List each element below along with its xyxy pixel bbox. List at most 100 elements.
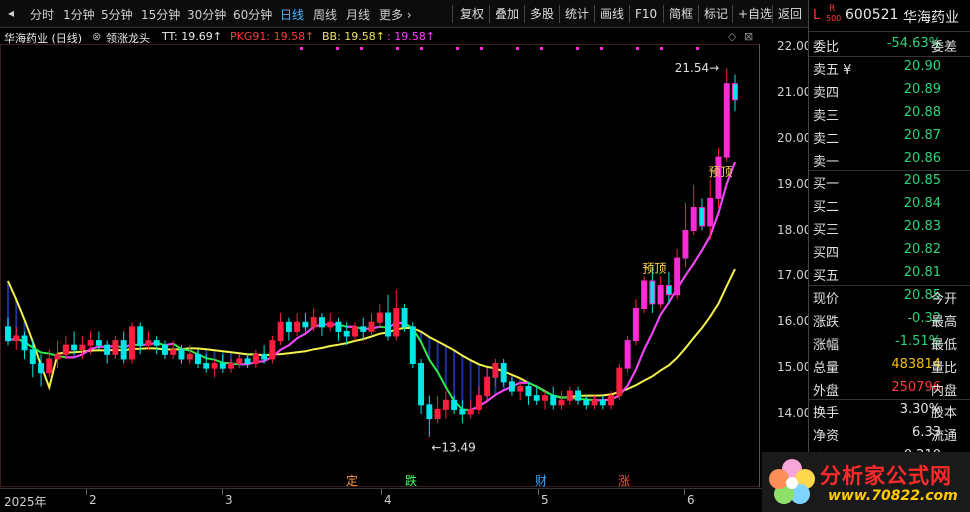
- price-tick: 21.00: [777, 84, 812, 99]
- candle-body: [707, 197, 714, 227]
- toolbar-button-6[interactable]: 简框: [666, 5, 696, 24]
- toolbar-button-0[interactable]: 复权: [457, 5, 487, 24]
- candle-body: [112, 340, 119, 355]
- candle-body: [657, 285, 664, 305]
- top-marker: [456, 47, 459, 50]
- sell-row-0: 卖五 ¥ 20.90: [813, 57, 969, 79]
- price-tick: 18.00: [777, 222, 812, 237]
- toolbar-button-3[interactable]: 统计: [562, 5, 592, 24]
- signal-label: 预顶: [642, 261, 666, 275]
- candle-body: [418, 363, 425, 406]
- candle-body: [624, 340, 631, 369]
- period-tab-7[interactable]: 周线: [313, 6, 337, 23]
- tt-value: TT: 19.69↑: [162, 30, 222, 43]
- period-tab-6[interactable]: 日线: [280, 6, 304, 23]
- sell-row-0-value: 20.90: [903, 58, 941, 74]
- toolbar-button-4[interactable]: 画线: [597, 5, 627, 24]
- quote-row-0-label: 现价: [813, 291, 840, 307]
- buy-row-2: 买三 20.83: [813, 217, 969, 239]
- candle-body: [87, 340, 94, 346]
- candle-body: [219, 363, 226, 369]
- stock-code: 600521: [845, 7, 899, 23]
- period-tab-8[interactable]: 月线: [346, 6, 370, 23]
- quote-row-3-label: 总量: [813, 360, 840, 376]
- kline-chart[interactable]: 预顶 预顶 21.54→ ←13.49 定跌财涨: [0, 44, 760, 487]
- period-tab-3[interactable]: 15分钟: [141, 6, 180, 23]
- candle-body: [211, 363, 218, 369]
- buy-row-4-label: 买五: [813, 269, 840, 284]
- price-tick: 19.00: [777, 176, 812, 191]
- candle-body: [525, 385, 532, 397]
- period-tab-9[interactable]: 更多 ›: [379, 6, 412, 23]
- low-label: ←13.49: [431, 440, 475, 454]
- candle-body: [508, 381, 515, 392]
- candle-body: [195, 353, 201, 365]
- candle-body: [674, 257, 681, 296]
- date-tick-line: [684, 489, 685, 495]
- candle-body: [533, 395, 540, 401]
- toolbar-button-8[interactable]: +自选: [735, 5, 775, 24]
- candle-body: [5, 326, 11, 342]
- top-marker: [300, 47, 303, 50]
- toolbar-button-2[interactable]: 多股: [527, 5, 557, 24]
- candle-body: [252, 353, 259, 365]
- candle-body: [343, 330, 350, 337]
- candle-body: [46, 358, 53, 374]
- candle-body: [228, 363, 235, 369]
- candle-body: [71, 344, 78, 351]
- candle-body: [690, 207, 697, 231]
- candle-body: [558, 399, 565, 406]
- candle-body: [104, 344, 111, 355]
- stat-row-1-extra: 流通: [931, 429, 958, 445]
- toolbar-button-9[interactable]: 返回: [775, 5, 805, 24]
- stock-name: 华海药业: [903, 10, 959, 26]
- quote-row-1-label: 涨跌: [813, 314, 840, 330]
- candle-body: [310, 317, 317, 328]
- period-tab-4[interactable]: 30分钟: [187, 6, 226, 23]
- sell-row-3: 卖二 20.87: [813, 126, 969, 148]
- candle-body: [542, 395, 548, 401]
- top-marker: [336, 47, 339, 50]
- signal-label: 预顶: [708, 165, 732, 179]
- candle-body: [13, 335, 20, 342]
- buy-row-1: 买二 20.84: [813, 194, 969, 216]
- price-tick: 14.00: [777, 406, 812, 420]
- candle-body: [318, 317, 325, 328]
- candle-body: [723, 83, 730, 158]
- sell-row-4: 卖一 20.86: [813, 149, 969, 171]
- sell-row-1: 卖四 20.89: [813, 80, 969, 102]
- scroll-left-icon[interactable]: ◂: [8, 6, 14, 20]
- sell-row-1-label: 卖四: [813, 85, 840, 101]
- price-tick: 17.00: [777, 268, 812, 283]
- diamond-icon[interactable]: ◇: [728, 30, 736, 43]
- candle-body: [409, 326, 416, 365]
- price-tick: 22.00: [777, 39, 812, 53]
- indicator-icon[interactable]: ⊗: [92, 30, 101, 43]
- toolbar-button-7[interactable]: 标记: [701, 5, 731, 24]
- candle-body: [641, 280, 648, 309]
- quote-row-2-extra: 最低: [931, 337, 958, 353]
- period-tab-0[interactable]: 分时: [30, 6, 54, 23]
- quote-row-3-extra: 量比: [931, 360, 958, 376]
- toolbar-button-1[interactable]: 叠加: [492, 5, 522, 24]
- period-tab-1[interactable]: 1分钟: [63, 6, 95, 23]
- rising-ma-line: [7, 161, 736, 412]
- event-marker: 跌: [405, 473, 417, 487]
- sell-row-2-label: 卖三: [813, 108, 840, 124]
- fast-ma-line: [7, 161, 736, 412]
- price-tick: 16.00: [777, 314, 812, 329]
- candle-body: [29, 349, 36, 365]
- badge-num: 500: [826, 14, 842, 23]
- candle-body: [698, 207, 705, 227]
- toolbar-button-5[interactable]: F10: [632, 5, 660, 24]
- candle-body: [95, 340, 102, 346]
- stat-row-0: 换手 3.30% 股本: [813, 400, 969, 422]
- candle-body: [153, 340, 160, 346]
- candle-body: [467, 408, 474, 415]
- period-tab-5[interactable]: 60分钟: [233, 6, 272, 23]
- buy-row-3-value: 20.82: [903, 242, 941, 258]
- close-icon[interactable]: ⊠: [744, 30, 753, 43]
- period-tab-2[interactable]: 5分钟: [101, 6, 133, 23]
- candle-body: [649, 280, 656, 305]
- quote-row-0-extra: 今开: [931, 291, 958, 307]
